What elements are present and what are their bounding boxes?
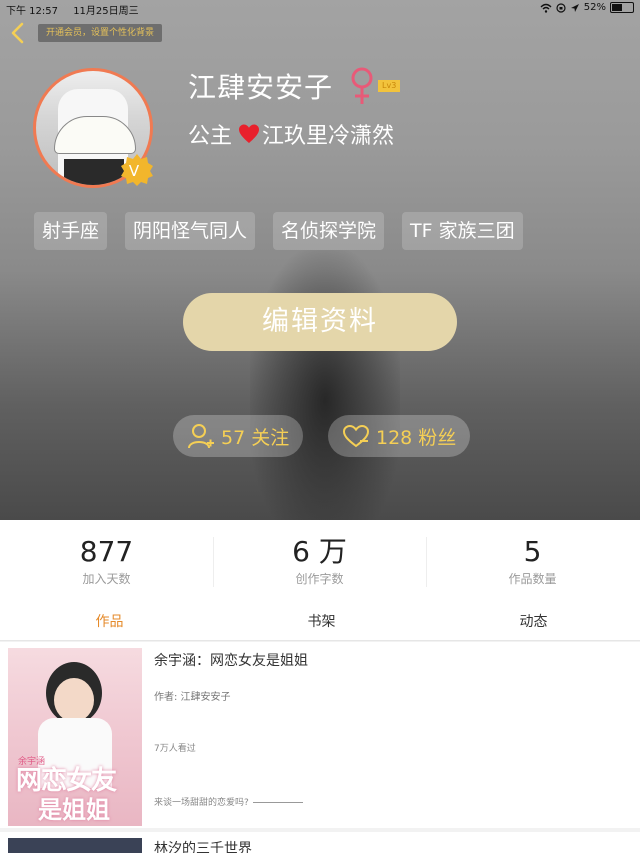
work-card[interactable]: 余宇涵 网恋女友 是姐姐 — [0, 642, 640, 828]
status-date: 11月25日周三 — [73, 6, 139, 17]
add-user-icon — [188, 424, 214, 449]
stat-word-count: 6 万 创作字数 — [213, 536, 426, 587]
profile-header: 下午 12:57 11月25日周三 52% 开通会员，设置个性化背景 V 江肆安… — [0, 0, 640, 520]
book-title[interactable]: 余宇涵：网恋女友是姐姐 — [154, 650, 308, 670]
back-arrow-icon[interactable] — [8, 22, 28, 44]
stat-label: 创作字数 — [295, 572, 344, 586]
book-description: 来谈一场甜甜的恋爱吗? — [154, 795, 303, 808]
battery-percent: 52% — [583, 2, 606, 13]
cover-title-line2: 是姐姐 — [38, 796, 110, 824]
tag-chip[interactable]: 名侦探学院 — [273, 212, 385, 250]
heart-icon — [239, 124, 260, 143]
female-gender-icon — [351, 67, 373, 104]
profile-name: 江肆安安子 — [188, 71, 334, 104]
battery-icon — [610, 2, 634, 13]
level-badge: Lv3 — [378, 80, 401, 92]
divider — [213, 537, 214, 587]
book-cover[interactable] — [8, 838, 142, 853]
book-title[interactable]: 林汐的三千世界 — [154, 838, 252, 853]
book-cover[interactable]: 余宇涵 网恋女友 是姐姐 — [8, 648, 142, 826]
status-time: 下午 12:57 — [6, 6, 58, 17]
following-count: 57 关注 — [221, 426, 290, 449]
vip-background-hint[interactable]: 开通会员，设置个性化背景 — [38, 24, 163, 42]
following-button[interactable]: 57 关注 — [173, 415, 304, 457]
work-card[interactable]: 林汐的三千世界 — [0, 832, 640, 853]
profile-tabs: 作品 书架 动态 — [0, 602, 640, 641]
fans-button[interactable]: 128 粉丝 — [328, 415, 471, 457]
book-author: 作者: 江肆安安子 — [154, 692, 231, 703]
profile-signature: 公主 江玖里冷潇然 — [188, 118, 394, 150]
stat-works-count: 5 作品数量 — [426, 536, 639, 587]
tag-chip[interactable]: TF 家族三团 — [402, 212, 523, 250]
stat-value: 877 — [79, 535, 134, 568]
fans-count: 128 粉丝 — [376, 426, 457, 449]
tab-bookshelf[interactable]: 书架 — [215, 611, 428, 631]
orientation-lock-icon — [556, 2, 566, 13]
edit-profile-button[interactable]: 编辑资料 — [183, 293, 457, 351]
tag-chip[interactable]: 阴阳怪气同人 — [125, 212, 256, 250]
location-icon — [570, 3, 579, 12]
stat-value: 5 — [523, 535, 542, 568]
stats-bar: 877 加入天数 6 万 创作字数 5 作品数量 — [0, 520, 640, 602]
svg-text:V: V — [129, 162, 140, 180]
profile-tags: 射手座 阴阳怪气同人 名侦探学院 TF 家族三团 — [34, 212, 523, 250]
wifi-icon — [540, 3, 552, 13]
tab-activity[interactable]: 动态 — [427, 611, 640, 631]
background-shadow — [250, 250, 400, 520]
stat-label: 作品数量 — [508, 572, 557, 586]
heart-outline-icon — [342, 424, 370, 448]
signature-prefix: 公主 — [188, 124, 233, 149]
vip-badge-icon: V — [121, 154, 153, 186]
tab-works[interactable]: 作品 — [3, 611, 216, 631]
divider — [426, 537, 427, 587]
book-views: 7万人看过 — [154, 744, 196, 754]
signature-suffix: 江玖里冷潇然 — [262, 124, 395, 149]
stat-join-days: 877 加入天数 — [0, 536, 213, 587]
status-bar: 下午 12:57 11月25日周三 52% — [0, 0, 640, 18]
stat-value: 6 万 — [292, 535, 347, 568]
tag-chip[interactable]: 射手座 — [34, 212, 108, 250]
stat-label: 加入天数 — [82, 572, 131, 586]
